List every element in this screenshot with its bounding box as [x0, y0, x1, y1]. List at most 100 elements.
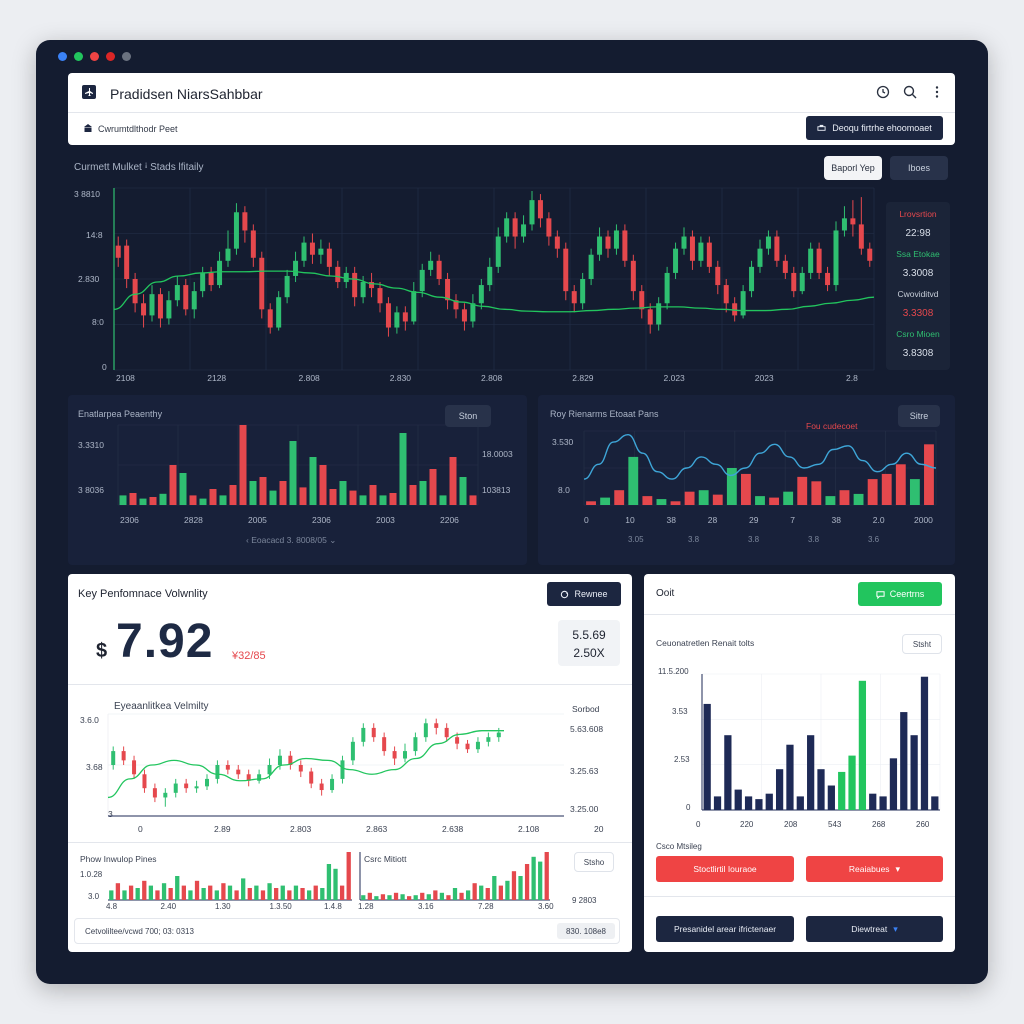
kpi-stat-2: 2.50X [573, 646, 605, 660]
bar [400, 894, 405, 900]
candle-body [259, 257, 265, 310]
bar [333, 868, 338, 900]
candle-body [191, 291, 197, 310]
main-y-tick: 14:8 [86, 230, 103, 240]
kpi-footer-bar: Cetvoliltee/vcwd 700; 03: 0313 830. 108e… [74, 918, 620, 944]
candle-body [487, 266, 493, 286]
candle-body [639, 291, 645, 310]
kpi-footer-badge[interactable]: 830. 108e8 [557, 923, 615, 939]
plane-icon [82, 85, 96, 99]
volume-left-button[interactable]: Ston [445, 405, 491, 427]
candle-body [277, 755, 282, 765]
candle-body [723, 285, 729, 304]
bar [379, 495, 387, 505]
main-chart-button-2[interactable]: Iboes [890, 156, 948, 180]
bar [698, 490, 709, 505]
currency-symbol: $ [96, 640, 108, 662]
bar [161, 883, 167, 900]
bar [429, 469, 437, 505]
bar [439, 495, 447, 505]
volume-right-bar-chart [583, 430, 937, 506]
bar [433, 890, 438, 900]
candle-body [208, 272, 214, 286]
x-tick-label: 2108 [116, 373, 135, 383]
header-action-button[interactable]: Deoqu firtrhe ehoomoaet [806, 116, 943, 140]
bar [259, 477, 267, 505]
red-button-2[interactable]: Reaiabues ▾ [806, 856, 943, 882]
bar [234, 890, 239, 900]
side-card-4[interactable]: Csro Mioen 3.8308 [886, 322, 950, 370]
bar [524, 864, 530, 900]
mini-right-bar-chart [359, 852, 550, 901]
chat-icon [876, 590, 885, 599]
x-tick-label: 3.16 [418, 902, 434, 911]
bar [755, 799, 763, 810]
bar [274, 888, 279, 900]
kpi-change: ¥32/85 [232, 650, 266, 662]
bar [740, 473, 751, 505]
candle-body [267, 309, 273, 328]
bar [853, 493, 864, 505]
candle-body [689, 236, 695, 261]
main-chart-button-1[interactable]: Baporl Yep [824, 156, 882, 180]
clock-icon[interactable] [876, 85, 890, 99]
chevron-down-icon[interactable]: ⌄ [329, 535, 336, 545]
candle-body [740, 291, 746, 316]
candle-body [749, 266, 755, 292]
bar [249, 481, 257, 505]
bar [319, 465, 327, 505]
search-icon[interactable] [903, 85, 917, 99]
bar [670, 501, 681, 505]
dark-button-2[interactable]: Diewtreat ▾ [806, 916, 943, 942]
right-y-tick: 0 [686, 803, 691, 812]
bar [149, 497, 157, 505]
x-tick-label: 2.830 [389, 373, 412, 383]
right-chart-button[interactable]: Stsht [902, 634, 942, 654]
candle-body [403, 751, 407, 759]
volume-right-title: Roy Rienarms Etoaat Pans [550, 409, 659, 419]
candle-body [173, 783, 178, 793]
x-tick-label: 2005 [248, 515, 267, 525]
app-title: Pradidsen NiarsSahbbar [110, 86, 263, 102]
candle-body [132, 279, 138, 304]
mini-right-y: 9 2803 [572, 896, 597, 905]
candle-body [841, 218, 847, 231]
x-tick-label: 260 [916, 820, 930, 829]
bar [289, 441, 297, 505]
right-card-button[interactable]: Ceertrns [858, 582, 942, 606]
candle-body [242, 212, 248, 231]
traffic-light-1[interactable] [58, 52, 67, 61]
main-y-tick: 2.830 [78, 274, 100, 284]
bar [367, 892, 372, 900]
traffic-light-5[interactable] [122, 52, 131, 61]
right-card-title: Ooit [656, 588, 675, 599]
candle-body [142, 774, 147, 789]
red-button-2-label: Reaiabues [848, 864, 890, 874]
traffic-light-2[interactable] [74, 52, 83, 61]
kpi-refresh-button[interactable]: Rewnee [547, 582, 621, 606]
kpi-candlestick-chart [107, 713, 564, 817]
more-vertical-icon[interactable] [930, 85, 944, 99]
volume-left-footer[interactable]: ‹ Eoacacd 3. 8008/05 ⌄ [246, 535, 336, 546]
kpi-card: Key Penfomnace Volwnlity Rewnee $ 7.92 ¥… [68, 574, 632, 952]
candle-body [215, 765, 220, 779]
volume-right-button[interactable]: Sitre [898, 405, 940, 427]
candle-body [225, 765, 230, 770]
bar [472, 883, 477, 900]
candle-body [774, 236, 780, 261]
x-tick-label: 10 [625, 515, 635, 525]
x-tick-label: 0 [138, 824, 143, 834]
traffic-light-3[interactable] [90, 52, 99, 61]
traffic-light-4[interactable] [106, 52, 115, 61]
x-tick-label: 2306 [312, 515, 331, 525]
dark-button-1[interactable]: Presanidel arear ifrictenaer [656, 916, 794, 942]
x-tick-label: 1.3.50 [269, 902, 292, 911]
red-button-1[interactable]: Stoctlirtil Iouraoe [656, 856, 794, 882]
bar [389, 493, 397, 505]
chevron-down-icon: ▾ [893, 923, 898, 934]
vol-right-y-tick: 8.0 [558, 485, 570, 495]
x-tick-label: 3.8 [808, 535, 820, 544]
mini-right-button[interactable]: Stsho [574, 852, 614, 872]
bar [320, 888, 325, 900]
bar [122, 890, 127, 900]
